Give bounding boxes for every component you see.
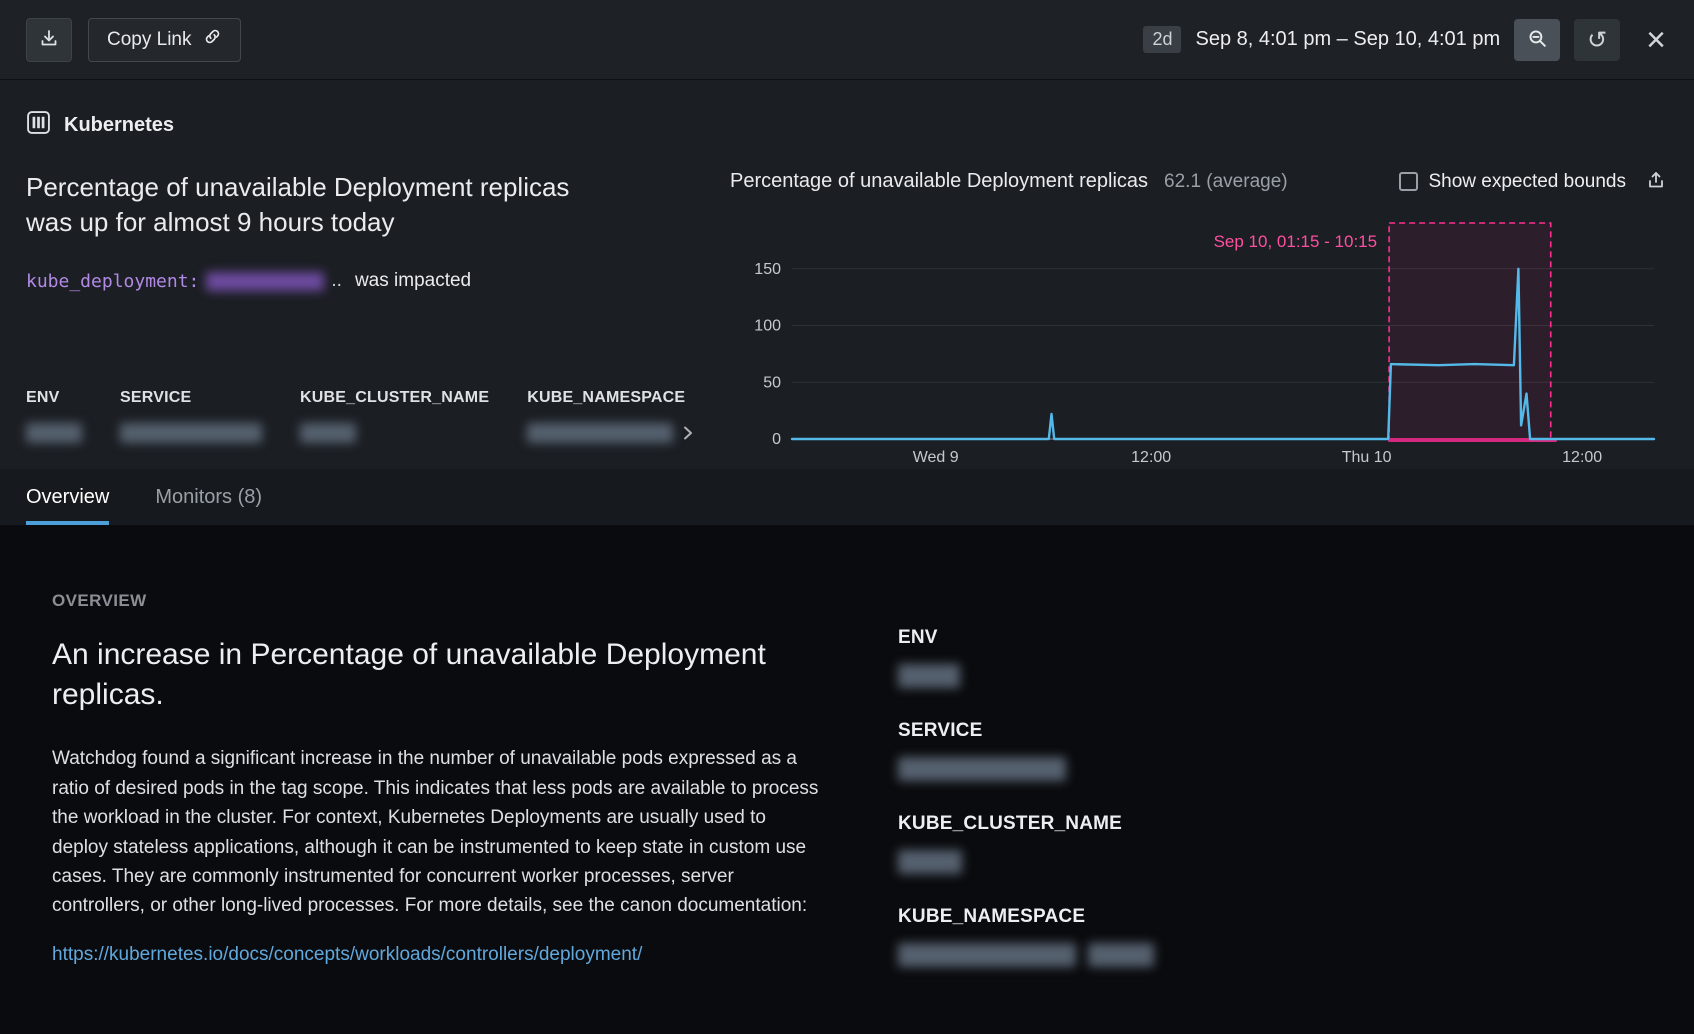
chart-panel: Percentage of unavailable Deployment rep… xyxy=(726,170,1668,469)
close-icon: × xyxy=(1646,21,1666,59)
time-controls: 2d Sep 8, 4:01 pm – Sep 10, 4:01 pm ↺ × xyxy=(1143,19,1668,61)
expected-bounds-checkbox[interactable] xyxy=(1399,172,1418,191)
section-label: OVERVIEW xyxy=(52,591,864,611)
export-icon xyxy=(39,28,59,51)
side-tag-env: ENV xyxy=(898,627,1154,688)
copy-link-button[interactable]: Copy Link xyxy=(88,18,241,62)
overview-content: OVERVIEW An increase in Percentage of un… xyxy=(0,525,1694,999)
tag-label-namespace: KUBE_NAMESPACE xyxy=(527,389,695,407)
source-row: Kubernetes xyxy=(26,110,1668,140)
undo-icon: ↺ xyxy=(1587,26,1607,54)
tag-label-env: ENV xyxy=(26,389,82,407)
redacted-value[interactable] xyxy=(898,850,962,874)
tag-col-service: SERVICE xyxy=(120,389,262,443)
chart-average: 62.1 (average) xyxy=(1164,171,1288,193)
timeseries-plot[interactable]: 0 50 100 150 Wed 9 12:00 Thu 10 12:00 Sep 10, 01… xyxy=(730,201,1668,469)
share-icon xyxy=(1646,170,1666,193)
overview-tags-column: ENV SERVICE KUBE_CLUSTER_NAME KUBE_NAMES… xyxy=(864,591,1154,999)
chart-title: Percentage of unavailable Deployment rep… xyxy=(730,170,1148,193)
tag-col-env: ENV xyxy=(26,389,82,443)
impact-row: kube_deployment: .. was impacted xyxy=(26,270,726,292)
redacted-value[interactable] xyxy=(898,757,1066,781)
impact-ellipsis: .. xyxy=(331,270,342,292)
date-range-text[interactable]: Sep 8, 4:01 pm – Sep 10, 4:01 pm xyxy=(1195,28,1500,51)
redacted-deployment-value xyxy=(206,272,324,291)
link-icon xyxy=(203,27,222,52)
svg-text:50: 50 xyxy=(763,374,781,391)
time-range-badge[interactable]: 2d xyxy=(1143,26,1181,53)
redacted-value[interactable] xyxy=(120,423,262,443)
svg-text:150: 150 xyxy=(754,261,781,278)
tag-label-cluster: KUBE_CLUSTER_NAME xyxy=(300,389,489,407)
svg-text:12:00: 12:00 xyxy=(1562,449,1602,466)
svg-text:12:00: 12:00 xyxy=(1131,449,1171,466)
toolbar: Copy Link 2d Sep 8, 4:01 pm – Sep 10, 4:… xyxy=(0,0,1694,80)
side-tag-service: SERVICE xyxy=(898,720,1154,781)
overview-heading: An increase in Percentage of unavailable… xyxy=(52,635,792,714)
svg-text:Wed 9: Wed 9 xyxy=(913,449,959,466)
alert-summary: Percentage of unavailable Deployment rep… xyxy=(26,170,726,469)
chevron-right-icon[interactable] xyxy=(681,425,695,441)
tab-monitors[interactable]: Monitors (8) xyxy=(155,469,262,525)
side-tag-label-cluster: KUBE_CLUSTER_NAME xyxy=(898,813,1154,835)
svg-text:0: 0 xyxy=(772,431,781,448)
source-name: Kubernetes xyxy=(64,114,174,137)
impacted-tag-key: kube_deployment: xyxy=(26,271,199,292)
tag-label-service: SERVICE xyxy=(120,389,262,407)
zoom-out-icon xyxy=(1527,28,1548,52)
side-tag-cluster: KUBE_CLUSTER_NAME xyxy=(898,813,1154,874)
show-expected-bounds-toggle[interactable]: Show expected bounds xyxy=(1399,171,1626,193)
redacted-value[interactable] xyxy=(527,423,673,443)
svg-text:Sep 10, 01:15 - 10:15: Sep 10, 01:15 - 10:15 xyxy=(1214,232,1378,251)
redacted-value[interactable] xyxy=(898,664,960,688)
kubernetes-icon xyxy=(26,110,51,140)
redacted-value[interactable] xyxy=(1088,943,1154,967)
documentation-link[interactable]: https://kubernetes.io/docs/concepts/work… xyxy=(52,944,642,966)
tab-overview[interactable]: Overview xyxy=(26,469,109,525)
side-tag-label-env: ENV xyxy=(898,627,1154,649)
zoom-out-button[interactable] xyxy=(1514,19,1560,61)
tab-strip: Overview Monitors (8) xyxy=(0,469,1694,525)
side-tag-label-service: SERVICE xyxy=(898,720,1154,742)
redacted-value[interactable] xyxy=(26,423,82,443)
side-tag-namespace: KUBE_NAMESPACE xyxy=(898,906,1154,967)
copy-link-label: Copy Link xyxy=(107,29,192,51)
chart-header: Percentage of unavailable Deployment rep… xyxy=(730,170,1668,193)
side-tag-label-namespace: KUBE_NAMESPACE xyxy=(898,906,1154,928)
tag-col-cluster: KUBE_CLUSTER_NAME xyxy=(300,389,489,443)
overview-text-column: OVERVIEW An increase in Percentage of un… xyxy=(52,591,864,999)
alert-header: Kubernetes Percentage of unavailable Dep… xyxy=(0,80,1694,469)
redacted-value[interactable] xyxy=(898,943,1076,967)
svg-text:100: 100 xyxy=(754,318,781,335)
overview-body: Watchdog found a significant increase in… xyxy=(52,744,824,921)
undo-zoom-button[interactable]: ↺ xyxy=(1574,19,1620,61)
expected-bounds-label: Show expected bounds xyxy=(1428,171,1626,193)
redacted-value[interactable] xyxy=(300,423,356,443)
close-button[interactable]: × xyxy=(1644,23,1668,57)
tag-col-namespace: KUBE_NAMESPACE xyxy=(527,389,695,443)
impact-text: was impacted xyxy=(355,270,471,292)
export-chart-button[interactable] xyxy=(1646,170,1666,193)
svg-text:Thu 10: Thu 10 xyxy=(1342,449,1392,466)
export-button[interactable] xyxy=(26,18,72,62)
tag-scope: ENV SERVICE KUBE_CLUSTER_NAME KUBE_NAMES… xyxy=(26,389,726,443)
alert-title: Percentage of unavailable Deployment rep… xyxy=(26,170,586,240)
